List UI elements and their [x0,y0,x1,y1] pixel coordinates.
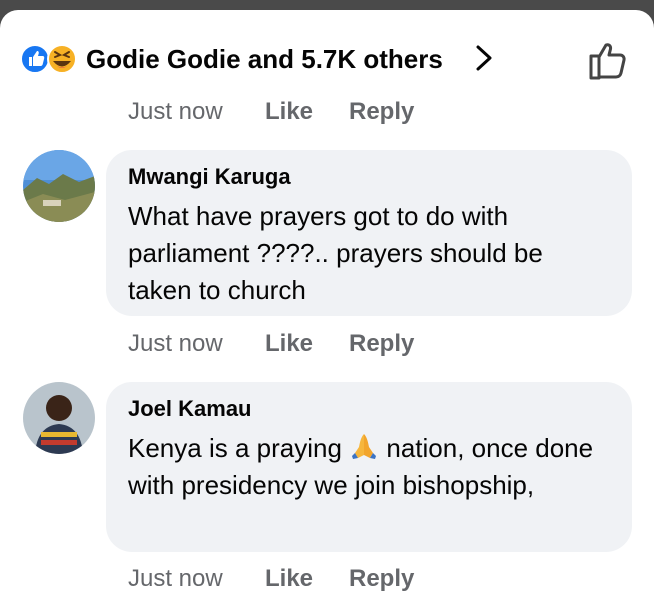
reply-button[interactable]: Reply [349,98,414,126]
comment-text: What have prayers got to do with parliam… [128,201,543,305]
reaction-icons [20,44,77,74]
like-button[interactable]: Like [265,98,313,126]
like-thumb-icon[interactable] [586,38,630,82]
comment-bubble[interactable]: Joel Kamau Kenya is a praying nation, on… [106,382,632,552]
like-reaction-icon [20,44,50,74]
chevron-right-icon[interactable] [472,42,496,74]
comment-text: Kenya is a praying nation, once done wit… [128,430,608,504]
comment-author[interactable]: Mwangi Karuga [128,164,291,190]
like-button[interactable]: Like [265,565,313,593]
like-button[interactable]: Like [265,330,313,358]
comment-bubble[interactable]: Mwangi Karuga What have prayers got to d… [106,150,632,316]
timestamp: Just now [128,98,223,125]
timestamp: Just now [128,330,223,357]
comment-text-start: Kenya is a praying [128,433,342,463]
avatar[interactable] [23,150,95,222]
reply-button[interactable]: Reply [349,565,414,593]
haha-reaction-icon [47,44,77,74]
avatar-person-image [23,382,95,454]
avatar[interactable] [23,382,95,454]
comment-author[interactable]: Joel Kamau [128,396,252,422]
comments-sheet: Godie Godie and 5.7K others Just now Lik… [0,10,654,611]
folded-hands-emoji-icon [352,434,377,459]
timestamp: Just now [128,565,223,592]
reaction-summary-text[interactable]: Godie Godie and 5.7K others [86,44,443,75]
avatar-landscape-image [23,150,95,222]
reaction-summary-bar[interactable]: Godie Godie and 5.7K others [0,38,654,94]
reply-button[interactable]: Reply [349,330,414,358]
